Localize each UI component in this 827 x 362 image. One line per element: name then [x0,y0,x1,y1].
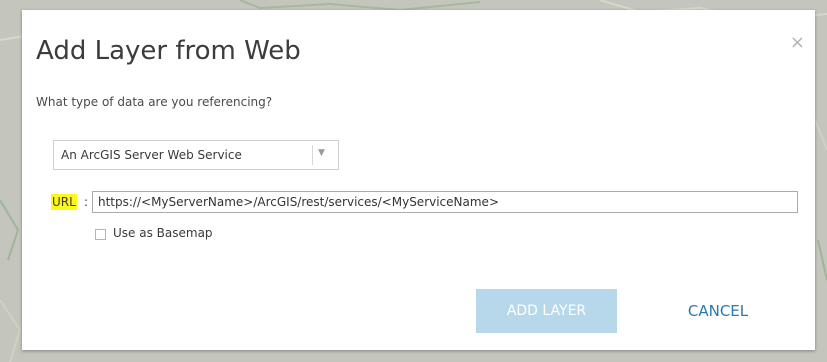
close-icon[interactable]: × [790,34,805,52]
data-type-selected-value: An ArcGIS Server Web Service [61,148,242,162]
url-label: URL [51,194,77,210]
data-type-select[interactable]: An ArcGIS Server Web Service ▼ [53,140,339,170]
add-layer-dialog: Add Layer from Web × What type of data a… [22,10,815,350]
add-layer-button[interactable]: ADD LAYER [476,289,617,333]
use-as-basemap-checkbox[interactable] [95,229,106,240]
url-label-colon: : [84,195,89,209]
chevron-down-icon[interactable]: ▼ [318,148,325,158]
data-type-question: What type of data are you referencing? [36,95,273,109]
use-as-basemap-label: Use as Basemap [113,226,213,240]
url-input[interactable] [92,191,798,213]
select-divider [312,145,313,165]
dialog-title: Add Layer from Web [36,36,301,66]
cancel-button[interactable]: CANCEL [668,289,768,333]
